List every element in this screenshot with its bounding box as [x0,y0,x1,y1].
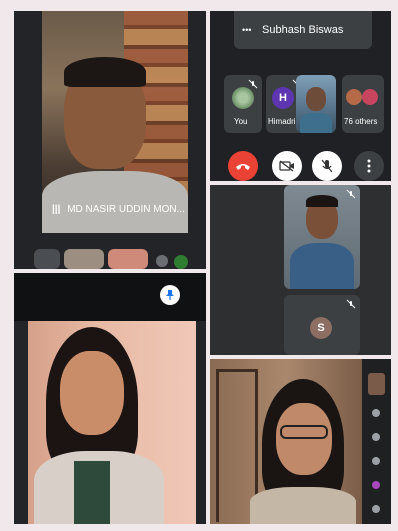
pin-icon [166,290,174,300]
person-hair [306,195,338,207]
video-panel-woman-glasses [210,359,391,524]
toolbar-icon[interactable] [372,433,380,441]
person-top [250,487,356,524]
meet-panel-participants: ••• Subhash Biswas You H Himadri 76 othe… [210,11,391,181]
person-head [306,87,326,111]
participant-dot [174,255,188,269]
phone-hangup-icon [236,164,250,170]
speaker-name-bar: ||| MD NASIR UDDIN MON... [52,204,185,215]
woman-video [210,359,362,524]
thumbnail-tile[interactable] [64,249,104,269]
speaker-name: MD NASIR UDDIN MON... [67,204,185,215]
video-panel-speaker: ||| MD NASIR UDDIN MON... [14,11,206,269]
presenter-name: Subhash Biswas [262,24,344,36]
thumbnail-strip [34,247,204,269]
person-face [276,403,332,475]
person-face [60,351,124,435]
person-shirt [290,243,354,289]
participant-tile-others[interactable]: 76 others [342,75,384,133]
toolbar-icon[interactable] [372,481,380,489]
participant-tile-video[interactable] [296,75,336,133]
man-video-tile[interactable] [284,185,360,289]
mic-off-icon [346,189,356,199]
participant-label: You [234,117,248,126]
toolbar-icon[interactable] [372,505,380,513]
self-view-thumbnail[interactable] [368,373,385,395]
camera-toggle-button[interactable] [272,151,302,181]
toolbar-icon[interactable] [372,409,380,417]
person-shirt [300,113,332,133]
avatar: S [310,317,332,339]
audio-bars-icon: ||| [52,204,61,215]
video-panel-man: S [210,185,391,355]
video-panel-woman [14,273,206,524]
glasses [280,425,328,439]
avatar [232,87,254,109]
person-shirt [42,171,188,233]
participant-label: 76 others [344,117,378,126]
participant-dot [156,255,168,267]
mic-off-icon [248,79,258,89]
person-hair [64,57,146,87]
speaker-video [42,11,188,233]
mic-off-icon [346,299,356,309]
more-options-button[interactable] [354,151,384,181]
participant-label: Himadri [268,117,296,126]
avatar: H [272,87,294,109]
toolbar-icon[interactable] [372,457,380,465]
more-options-icon[interactable]: ••• [242,25,251,35]
thumbnail-tile[interactable] [108,249,148,269]
mic-off-icon [321,159,333,173]
pin-button[interactable] [160,285,180,305]
camera-off-icon [279,160,294,172]
woman-video [28,321,196,524]
participant-tile-you[interactable]: You [224,75,262,133]
avatar [346,89,362,105]
avatar [362,89,378,105]
end-call-button[interactable] [228,151,258,181]
mic-toggle-button[interactable] [312,151,342,181]
presenter-banner[interactable]: ••• Subhash Biswas [234,11,372,49]
side-toolbar [362,359,391,524]
muted-participant-tile[interactable]: S [284,295,360,355]
vertical-dots-icon [367,159,371,173]
person-top [74,461,110,524]
thumbnail-tile[interactable] [34,249,60,269]
